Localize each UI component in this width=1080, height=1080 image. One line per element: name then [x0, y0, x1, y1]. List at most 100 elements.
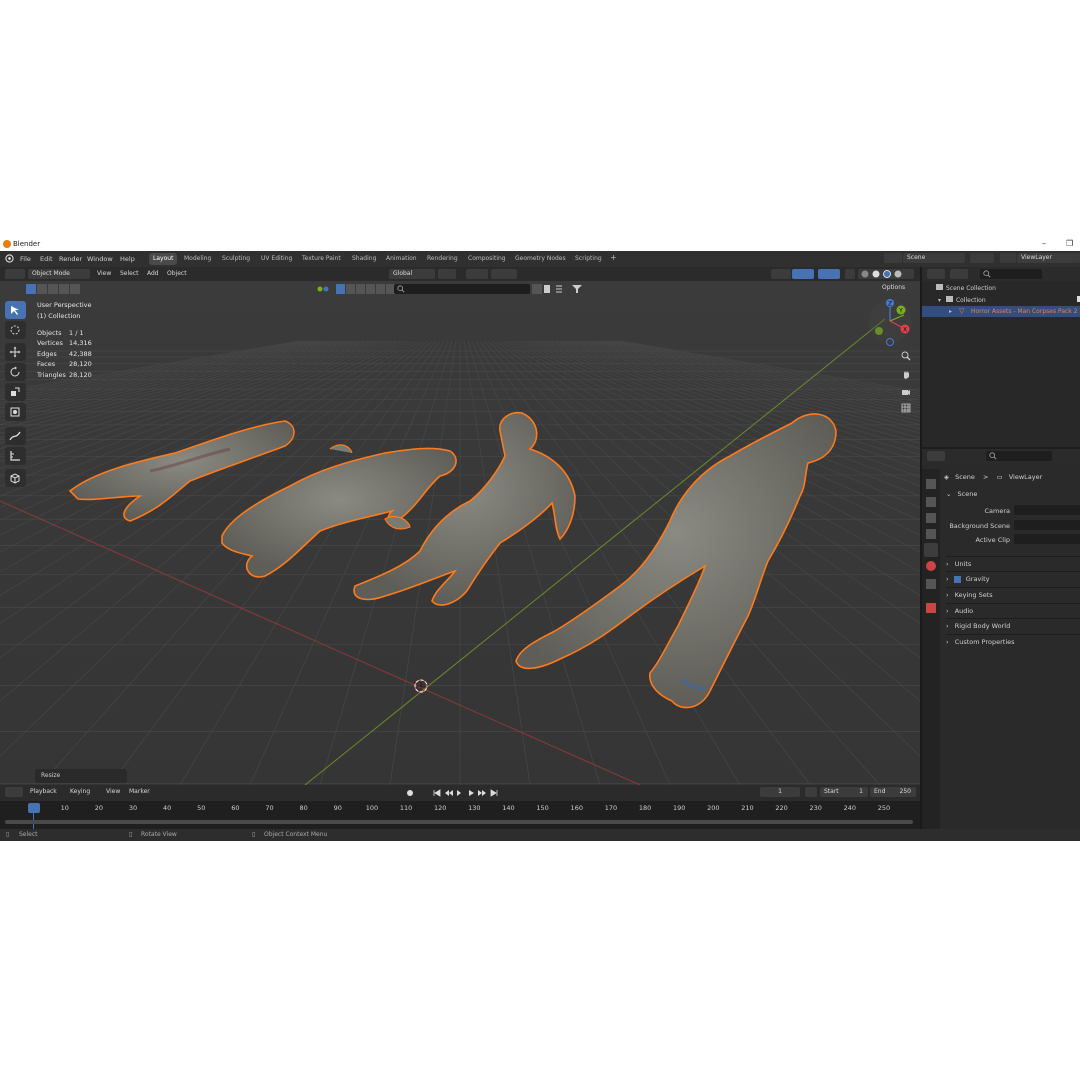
- scale-tool[interactable]: [5, 383, 26, 401]
- properties-editor-type[interactable]: [927, 451, 945, 461]
- tool-tab-icon[interactable]: [926, 479, 936, 489]
- mode-selector[interactable]: Object Mode: [28, 269, 90, 279]
- tab-compositing[interactable]: Compositing: [464, 253, 510, 265]
- menu-file[interactable]: File: [20, 255, 31, 263]
- tab-scripting[interactable]: Scripting: [571, 253, 606, 265]
- tab-sculpting[interactable]: Sculpting: [218, 253, 254, 265]
- pivot-selector[interactable]: [438, 269, 456, 279]
- start-frame-field[interactable]: Start 1: [820, 787, 868, 797]
- menu-keying[interactable]: Keying: [70, 788, 90, 795]
- scene-type-icon[interactable]: [884, 253, 902, 263]
- menu-render[interactable]: Render: [59, 255, 82, 263]
- ortho-toggle-icon[interactable]: [898, 403, 914, 417]
- maximize-button[interactable]: ❐: [1066, 239, 1073, 248]
- xray-toggle[interactable]: [845, 269, 855, 279]
- menu-view[interactable]: View: [97, 270, 111, 277]
- add-cube-tool[interactable]: [5, 469, 26, 487]
- select-box-tool[interactable]: [5, 301, 26, 319]
- filter-toggles[interactable]: [316, 284, 396, 294]
- viewport-search-input[interactable]: [394, 284, 530, 294]
- tab-layout[interactable]: Layout: [149, 253, 178, 265]
- menu-add[interactable]: Add: [147, 270, 159, 277]
- menu-window[interactable]: Window: [87, 255, 113, 263]
- scene-new-button[interactable]: [970, 253, 994, 263]
- custom-properties-panel-header[interactable]: › Custom Properties: [946, 634, 1080, 648]
- display-mode-button[interactable]: [950, 269, 968, 279]
- background-scene-field[interactable]: [1014, 520, 1080, 530]
- properties-search-input[interactable]: [986, 451, 1052, 461]
- playhead[interactable]: [28, 803, 40, 813]
- menu-object[interactable]: Object: [167, 270, 187, 277]
- current-frame-field[interactable]: 1: [760, 787, 800, 797]
- tab-shading[interactable]: Shading: [348, 253, 380, 265]
- tab-uv-editing[interactable]: UV Editing: [257, 253, 296, 265]
- move-tool[interactable]: [5, 343, 26, 361]
- cursor-tool[interactable]: [5, 321, 26, 339]
- tab-texture-paint[interactable]: Texture Paint: [298, 253, 345, 265]
- gravity-panel-header[interactable]: › Gravity: [946, 571, 1080, 585]
- orientation-selector[interactable]: Global: [389, 269, 435, 279]
- select-mode-buttons[interactable]: [26, 284, 86, 294]
- timer-icon[interactable]: [805, 787, 817, 797]
- menu-timeline-view[interactable]: View: [106, 788, 120, 795]
- viewport-filter-buttons[interactable]: [532, 284, 592, 294]
- navigation-gizmo[interactable]: Y X Z: [866, 297, 916, 347]
- last-operation-panel[interactable]: Resize: [35, 769, 127, 783]
- output-tab-icon[interactable]: [926, 513, 936, 523]
- world-tab-icon[interactable]: [926, 561, 936, 571]
- end-frame-field[interactable]: End 250: [870, 787, 916, 797]
- camera-view-icon[interactable]: [898, 387, 914, 401]
- gravity-checkbox[interactable]: [953, 575, 961, 583]
- viewlayer-type-icon[interactable]: [1000, 253, 1016, 263]
- rigid-body-panel-header[interactable]: › Rigid Body World: [946, 618, 1080, 632]
- rotate-tool[interactable]: [5, 363, 26, 381]
- outliner-editor-type[interactable]: [927, 269, 945, 279]
- keying-sets-panel-header[interactable]: › Keying Sets: [946, 587, 1080, 601]
- menu-help[interactable]: Help: [120, 255, 135, 263]
- 3d-viewport[interactable]: User Perspective (1) Collection Objects …: [0, 281, 920, 785]
- camera-field[interactable]: [1014, 505, 1080, 515]
- menu-playback[interactable]: Playback: [30, 788, 57, 795]
- measure-tool[interactable]: [5, 447, 26, 465]
- menu-marker[interactable]: Marker: [129, 788, 150, 795]
- visibility-button[interactable]: [771, 269, 791, 279]
- scene-panel-header[interactable]: ⌄ Scene: [946, 490, 1080, 498]
- options-dropdown[interactable]: Options: [878, 283, 916, 293]
- playback-controls[interactable]: [404, 788, 504, 798]
- active-clip-field[interactable]: [1014, 534, 1080, 544]
- pan-view-icon[interactable]: [898, 369, 914, 383]
- menu-edit[interactable]: Edit: [40, 255, 53, 263]
- outliner-object-row[interactable]: ▸ ▽ Horror Assets - Man Corpses Pack 2: [922, 306, 1080, 317]
- tab-rendering[interactable]: Rendering: [423, 253, 462, 265]
- outliner-scene-collection[interactable]: Scene Collection: [936, 284, 996, 292]
- render-tab-icon[interactable]: [926, 497, 936, 507]
- zoom-view-icon[interactable]: [898, 351, 914, 365]
- menu-select[interactable]: Select: [120, 270, 139, 277]
- view-layer-tab-icon[interactable]: [926, 529, 936, 539]
- scene-selector[interactable]: Scene: [903, 253, 965, 263]
- timeline-editor-type[interactable]: [5, 787, 23, 797]
- units-panel-header[interactable]: › Units: [946, 556, 1080, 570]
- outliner-collection[interactable]: ▾ Collection: [938, 296, 986, 304]
- annotate-tool[interactable]: [5, 427, 26, 445]
- tab-geometry-nodes[interactable]: Geometry Nodes: [511, 253, 570, 265]
- blender-menu-icon[interactable]: [5, 254, 14, 265]
- gizmo-toggle[interactable]: [792, 269, 814, 279]
- viewlayer-selector[interactable]: ViewLayer: [1017, 253, 1080, 263]
- collection-tab-icon[interactable]: [926, 579, 936, 589]
- tab-animation[interactable]: Animation: [382, 253, 421, 265]
- editor-type-button[interactable]: [5, 269, 25, 279]
- audio-panel-header[interactable]: › Audio: [946, 603, 1080, 617]
- add-workspace-button[interactable]: +: [606, 251, 621, 263]
- proportional-toggle[interactable]: [491, 269, 517, 279]
- timeline-scrollbar[interactable]: [5, 820, 913, 824]
- timeline-area[interactable]: 1102030405060708090100110120130140150160…: [0, 801, 920, 829]
- minimize-button[interactable]: –: [1042, 239, 1046, 248]
- transform-tool[interactable]: [5, 403, 26, 421]
- snap-toggle[interactable]: [466, 269, 488, 279]
- shading-buttons[interactable]: [858, 269, 914, 279]
- texture-tab-icon[interactable]: [926, 603, 936, 613]
- tab-modeling[interactable]: Modeling: [180, 253, 215, 265]
- scene-tab-icon[interactable]: [924, 543, 938, 557]
- overlay-toggle[interactable]: [818, 269, 840, 279]
